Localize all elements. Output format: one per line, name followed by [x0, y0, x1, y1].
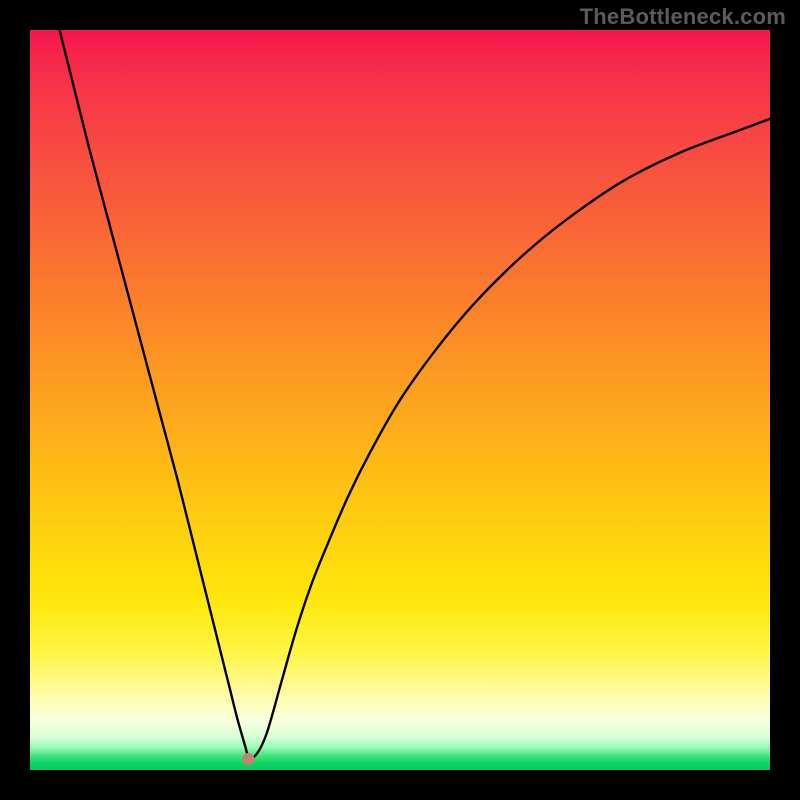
- curve-layer: [30, 30, 770, 770]
- marker-dot: [242, 753, 254, 765]
- plot-area: [30, 30, 770, 770]
- watermark-text: TheBottleneck.com: [580, 4, 786, 30]
- bottleneck-curve: [60, 30, 770, 757]
- chart-frame: TheBottleneck.com: [0, 0, 800, 800]
